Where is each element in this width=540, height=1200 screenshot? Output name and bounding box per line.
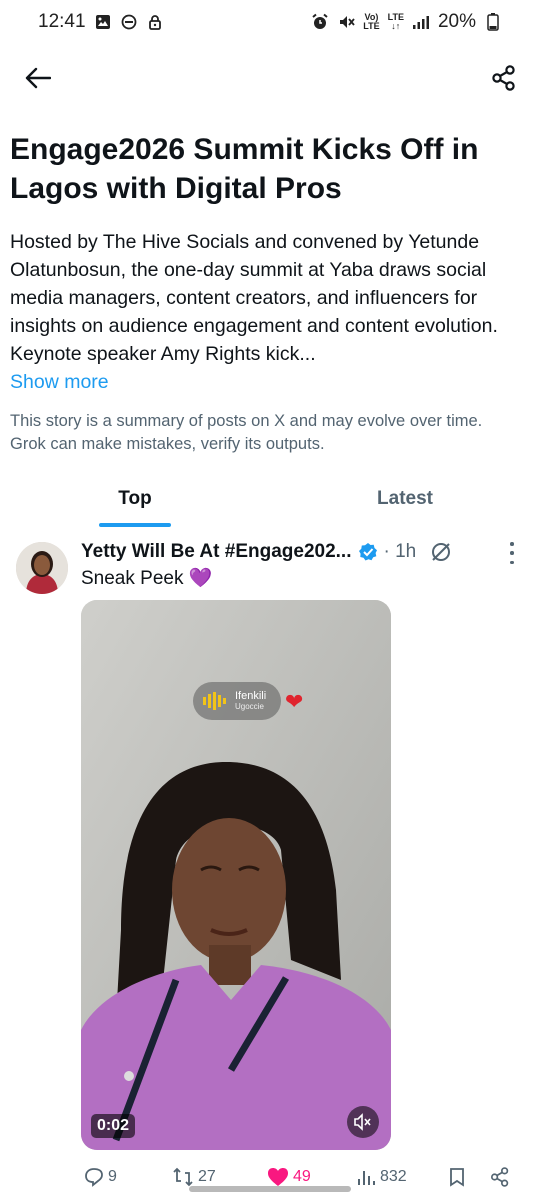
- post-text: Sneak Peek 💜: [81, 568, 213, 589]
- status-time: 12:41: [38, 11, 86, 32]
- like-count: 49: [293, 1168, 311, 1185]
- tab-latest-label: Latest: [377, 488, 433, 509]
- summary-text: Hosted by The Hive Socials and convened …: [10, 231, 498, 365]
- heart-filled-icon: [268, 1168, 288, 1186]
- mute-button[interactable]: [347, 1106, 379, 1138]
- story-title: Engage2026 Summit Kicks Off in Lagos wit…: [10, 133, 479, 205]
- reply-icon: [85, 1168, 103, 1187]
- views-chart-icon: [358, 1171, 375, 1185]
- lock-icon: [146, 13, 164, 31]
- volte-indicator: Vo) LTE: [363, 12, 380, 31]
- music-title: Ifenkili: [235, 690, 267, 702]
- home-indicator[interactable]: [189, 1186, 351, 1192]
- like-button[interactable]: 49: [267, 1167, 311, 1187]
- views-button[interactable]: 832: [356, 1167, 407, 1187]
- grok-icon[interactable]: [430, 541, 452, 563]
- repost-button[interactable]: 27: [172, 1167, 216, 1187]
- mute-status-icon: [337, 13, 355, 31]
- post-time: · 1h: [383, 541, 417, 562]
- share-button[interactable]: [488, 62, 520, 94]
- repost-icon: [173, 1167, 193, 1187]
- header: [0, 56, 540, 104]
- reply-count: 9: [108, 1168, 117, 1185]
- show-more-link[interactable]: Show more: [10, 368, 530, 396]
- dnd-icon: [120, 13, 138, 31]
- more-options-icon[interactable]: [506, 542, 518, 564]
- verified-badge-icon: [358, 542, 378, 562]
- repost-count: 27: [198, 1168, 216, 1185]
- lte-indicator: LTE ↓↑: [387, 12, 404, 31]
- bookmark-icon: [450, 1168, 464, 1187]
- post-video[interactable]: Ifenkili Ugoccie ❤ 0:02: [81, 600, 391, 1150]
- alarm-icon: [311, 13, 329, 31]
- back-button[interactable]: [22, 62, 54, 94]
- active-tab-indicator: [99, 523, 171, 527]
- gallery-icon: [94, 13, 112, 31]
- grok-disclaimer: This story is a summary of posts on X an…: [10, 412, 483, 453]
- tab-top[interactable]: Top: [0, 478, 270, 528]
- battery-percent: 20%: [437, 11, 476, 32]
- avatar[interactable]: [16, 542, 68, 594]
- arrow-left-icon: [25, 67, 51, 89]
- story-summary: Hosted by The Hive Socials and convened …: [10, 228, 530, 396]
- heart-emoji-icon: ❤: [285, 689, 304, 714]
- signal-icon: [412, 13, 430, 31]
- post-header: Yetty Will Be At #Engage202... · 1h: [81, 538, 521, 566]
- status-bar: 12:41 Vo) LTE LTE ↓↑ 20%: [0, 0, 540, 44]
- share-icon: [492, 65, 515, 91]
- music-sticker: Ifenkili Ugoccie: [193, 682, 281, 720]
- bookmark-button[interactable]: [448, 1167, 466, 1187]
- view-count: 832: [380, 1168, 407, 1185]
- video-duration: 0:02: [91, 1114, 136, 1138]
- tab-latest[interactable]: Latest: [270, 478, 540, 528]
- tabs: Top Latest: [0, 478, 540, 528]
- battery-icon: [484, 13, 502, 31]
- author-name[interactable]: Yetty Will Be At #Engage202...: [81, 541, 352, 563]
- volume-mute-icon: [354, 1113, 371, 1131]
- music-artist: Ugoccie: [235, 702, 264, 711]
- reply-button[interactable]: 9: [84, 1167, 117, 1187]
- tab-top-label: Top: [118, 488, 152, 509]
- post-share-button[interactable]: [490, 1167, 510, 1187]
- audio-wave-icon: [203, 692, 226, 710]
- share-nodes-icon: [491, 1167, 509, 1187]
